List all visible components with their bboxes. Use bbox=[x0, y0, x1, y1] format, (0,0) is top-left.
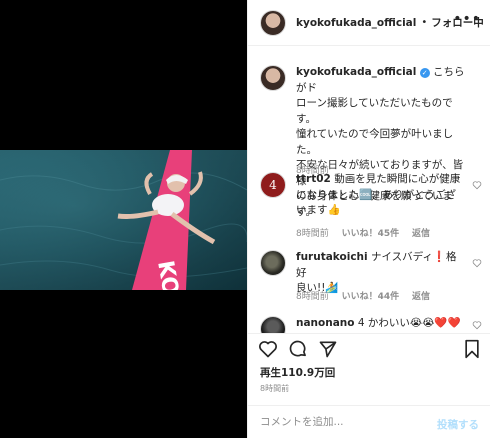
comment-text: nanonano 4 かわいい😭😭❤️❤️ bbox=[296, 317, 461, 329]
caption-avatar[interactable] bbox=[260, 65, 286, 91]
reply-button[interactable]: 返信 bbox=[412, 229, 430, 239]
comment-username[interactable]: nanonano bbox=[296, 317, 355, 329]
author-username[interactable]: kyokofukada_official bbox=[296, 17, 416, 29]
more-options-icon[interactable]: ••• bbox=[453, 12, 481, 26]
like-comment-heart-icon[interactable] bbox=[472, 180, 482, 190]
comment-likes[interactable]: いいね！44件 bbox=[342, 292, 400, 302]
comment-avatar[interactable] bbox=[260, 316, 286, 333]
comments-list[interactable]: kyokofukada_official ✓ こちらがド ローン撮影していただい… bbox=[248, 46, 490, 333]
comment-meta: 8時間前 いいね！44件 返信 bbox=[296, 289, 440, 302]
post-header: kyokofukada_official • フォロー中 ••• bbox=[248, 0, 490, 46]
view-count[interactable]: 再生110.9万回 bbox=[260, 365, 335, 380]
post-comment-button[interactable]: 投稿する bbox=[437, 417, 479, 432]
reply-button[interactable]: 返信 bbox=[412, 292, 430, 302]
comment-avatar[interactable] bbox=[260, 250, 286, 276]
comment-avatar[interactable]: 4 bbox=[260, 172, 286, 198]
save-bookmark-icon[interactable] bbox=[463, 339, 481, 359]
media-pane: KOY bbox=[0, 0, 247, 438]
author-avatar[interactable] bbox=[260, 9, 286, 36]
comment-username[interactable]: ttrt02 bbox=[296, 173, 331, 185]
comment-username[interactable]: furutakoichi bbox=[296, 251, 368, 263]
post-side-panel: kyokofukada_official • フォロー中 ••• kyokofu… bbox=[247, 0, 490, 438]
comment-bubble-icon[interactable] bbox=[288, 339, 308, 359]
post-video[interactable]: KOY bbox=[0, 150, 247, 290]
post-timestamp: 8時間前 bbox=[260, 384, 290, 393]
video-frame-illustration: KOY bbox=[0, 150, 247, 290]
share-paper-plane-icon[interactable] bbox=[318, 339, 338, 359]
comment-time: 8時間前 bbox=[296, 229, 329, 239]
caption-username[interactable]: kyokofukada_official bbox=[296, 66, 416, 78]
like-comment-heart-icon[interactable] bbox=[472, 258, 482, 268]
action-bar: 再生110.9万回 8時間前 bbox=[248, 333, 490, 405]
comment-time: 8時間前 bbox=[296, 292, 329, 302]
verified-badge-icon: ✓ bbox=[419, 68, 430, 78]
comment-text: ttrt02 動画を見た瞬間に心が健康 になりました🆒。ありがとうござ います👍 bbox=[296, 173, 461, 216]
comment-composer: 投稿する bbox=[248, 405, 490, 438]
add-comment-input[interactable] bbox=[260, 412, 420, 432]
header-separator: • bbox=[421, 17, 428, 28]
comment-meta: 8時間前 いいね！45件 返信 bbox=[296, 226, 440, 239]
comment-likes[interactable]: いいね！45件 bbox=[342, 229, 400, 239]
like-comment-heart-icon[interactable] bbox=[472, 320, 482, 330]
like-heart-icon[interactable] bbox=[258, 339, 278, 359]
instagram-post-modal: KOY kyokofukada_official • フォロー中 ••• kyo… bbox=[0, 0, 490, 438]
